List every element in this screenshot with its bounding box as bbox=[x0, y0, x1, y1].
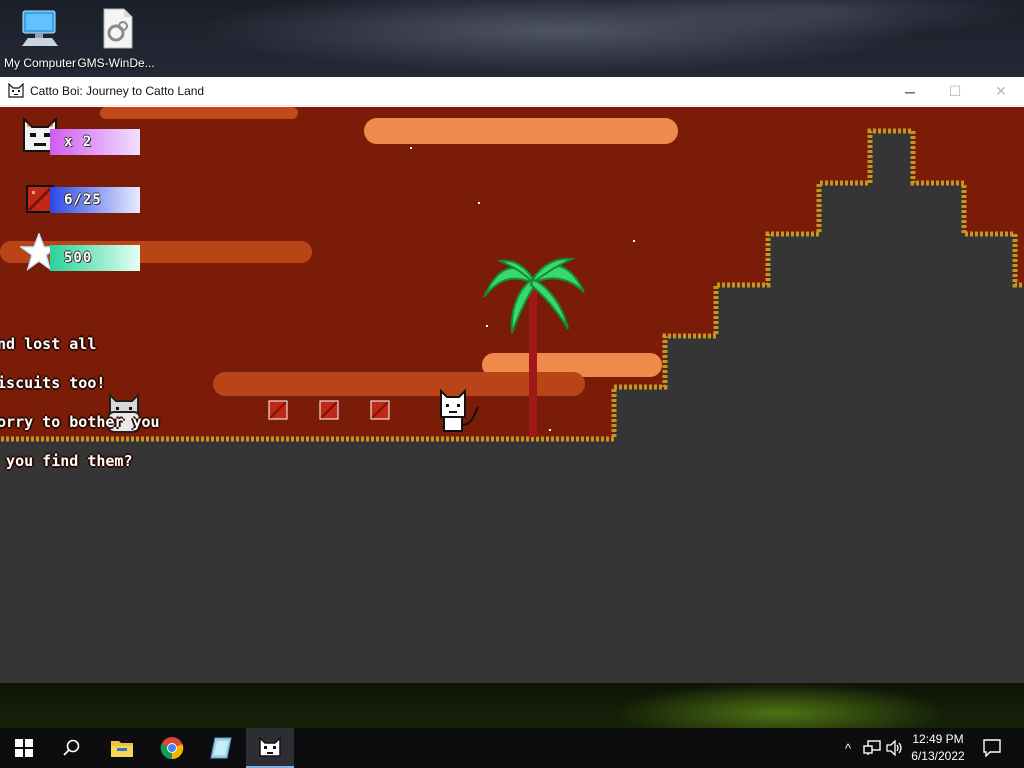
dialog-line: biscuits too! bbox=[0, 374, 106, 392]
file-explorer-button[interactable] bbox=[98, 728, 146, 768]
desktop-icon-my-computer[interactable]: My Computer bbox=[0, 6, 80, 70]
npc-dialog-text: and lost all biscuits too! sorry to both… bbox=[0, 312, 288, 494]
cloud bbox=[364, 118, 678, 144]
network-icon bbox=[863, 740, 881, 755]
biscuit-item bbox=[319, 400, 339, 420]
dialog-line: n you find them? bbox=[0, 452, 133, 470]
score-counter: 500 bbox=[50, 245, 140, 271]
maximize-icon: ☐ bbox=[948, 83, 962, 99]
search-icon bbox=[63, 739, 80, 756]
action-center-button[interactable] bbox=[982, 738, 1002, 758]
catto-boi-app-icon bbox=[8, 82, 24, 99]
star bbox=[410, 147, 412, 149]
dialog-line: and lost all bbox=[0, 335, 97, 353]
taskbar: ^ 12:49 PM 6/13/2022 bbox=[0, 728, 1024, 768]
biscuit-counter: 6/25 bbox=[50, 187, 140, 213]
desktop-icon-label: My Computer bbox=[3, 56, 77, 70]
star bbox=[478, 202, 480, 204]
clock-time: 12:49 PM bbox=[912, 732, 964, 746]
chevron-up-icon: ^ bbox=[844, 740, 852, 756]
clock-date: 6/13/2022 bbox=[911, 749, 965, 763]
player-catto-boi bbox=[440, 388, 479, 432]
gamemaker-button[interactable] bbox=[197, 728, 245, 768]
catto-boi-icon bbox=[259, 737, 281, 757]
network-button[interactable] bbox=[862, 738, 882, 758]
lives-counter: x 2 bbox=[50, 129, 140, 155]
desktop-icon-gms-windows[interactable]: GMS-WinDe... bbox=[76, 6, 156, 70]
desktop-icon-label: GMS-WinDe... bbox=[77, 56, 155, 70]
show-hidden-icons-button[interactable]: ^ bbox=[838, 738, 858, 758]
close-icon: ✕ bbox=[995, 83, 1007, 99]
minimize-button[interactable]: ─ bbox=[887, 77, 933, 106]
file-explorer-icon bbox=[111, 741, 133, 757]
notification-icon bbox=[983, 739, 1001, 757]
taskbar-clock[interactable]: 12:49 PM 6/13/2022 bbox=[898, 731, 978, 765]
windows-start-icon bbox=[15, 739, 33, 757]
star bbox=[549, 429, 551, 431]
star bbox=[486, 325, 488, 327]
minimize-icon: ─ bbox=[905, 83, 915, 100]
star bbox=[633, 240, 635, 242]
chrome-button[interactable] bbox=[148, 728, 196, 768]
biscuit-item bbox=[370, 400, 390, 420]
maximize-button[interactable]: ☐ bbox=[932, 77, 978, 106]
gamemaker-icon bbox=[210, 737, 232, 759]
close-button[interactable]: ✕ bbox=[978, 77, 1024, 106]
catto-boi-taskbar-button[interactable] bbox=[246, 728, 294, 768]
computer-icon bbox=[18, 6, 62, 50]
start-button[interactable] bbox=[0, 728, 48, 768]
window-title: Catto Boi: Journey to Catto Land bbox=[30, 84, 205, 98]
desktop-wallpaper: My Computer GMS-WinDe... bbox=[0, 0, 1024, 77]
search-button[interactable] bbox=[48, 728, 96, 768]
game-window: Catto Boi: Journey to Catto Land ─ ☐ ✕ x… bbox=[0, 77, 1024, 683]
settings-file-icon bbox=[94, 6, 138, 50]
chrome-icon bbox=[160, 737, 184, 760]
palm-trunk bbox=[529, 282, 537, 437]
game-canvas[interactable]: x 2 6/25 500 and lost all biscuits too! … bbox=[0, 107, 1024, 683]
window-titlebar[interactable]: Catto Boi: Journey to Catto Land ─ ☐ ✕ bbox=[0, 77, 1024, 106]
desktop-wallpaper-bottom bbox=[0, 683, 1024, 728]
cloud bbox=[100, 107, 298, 119]
dialog-line: sorry to bother you bbox=[0, 413, 160, 431]
